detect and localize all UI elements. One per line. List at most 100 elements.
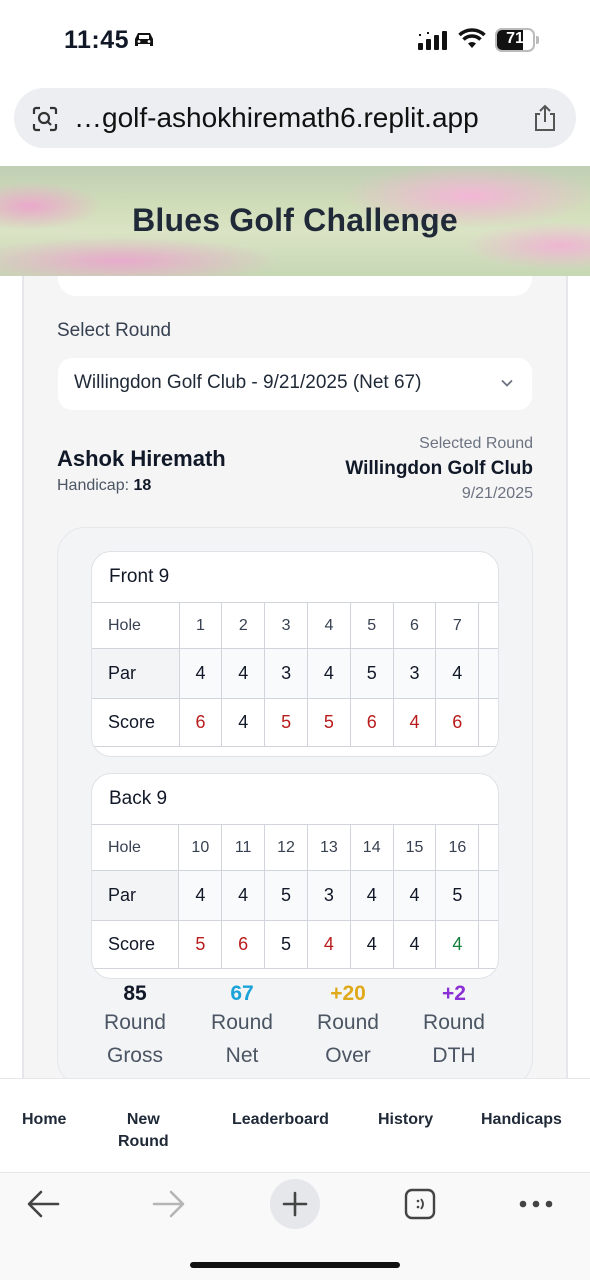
par-cell: 3	[392, 648, 437, 699]
summary-label: Over	[325, 1044, 371, 1067]
hole-number: 16	[435, 824, 480, 871]
hole-number: 14	[349, 824, 394, 871]
front-nine-card: Front 9 Hole 1 2 3 4 5 6 7 Par 4 4 3 4 5…	[91, 551, 499, 757]
table-overflow-cell	[478, 920, 498, 969]
table-overflow-cell	[478, 824, 498, 871]
summary-net: 67 Round Net	[187, 982, 297, 1072]
hole-number: 5	[349, 602, 394, 649]
hole-number: 6	[392, 602, 437, 649]
battery-icon: 71	[495, 28, 539, 52]
table-overflow-cell	[478, 648, 498, 699]
table-overflow-cell	[478, 602, 498, 649]
nav-new-round[interactable]: New Round	[118, 1109, 169, 1153]
player-select-field[interactable]	[58, 276, 532, 296]
selected-round-course: Willingdon Golf Club	[345, 458, 533, 479]
back-nine-table: Hole 10 11 12 13 14 15 16 Par 4 4 5 3 4 …	[92, 824, 498, 969]
summary-value: 85	[123, 982, 147, 1005]
score-cell: 6	[435, 698, 480, 747]
hole-row: Hole 1 2 3 4 5 6 7	[92, 602, 498, 649]
page-lens-icon[interactable]	[32, 106, 58, 132]
score-cell: 4	[435, 920, 480, 969]
summary-label: Net	[225, 1044, 259, 1067]
selected-round-date: 9/21/2025	[461, 485, 533, 502]
summary-label: Round	[423, 1011, 485, 1034]
nav-home[interactable]: Home	[22, 1109, 66, 1131]
hole-number: 1	[178, 602, 223, 649]
back-nine-card: Back 9 Hole 10 11 12 13 14 15 16 Par 4 4…	[91, 773, 499, 979]
par-row-label: Par	[92, 870, 180, 921]
table-overflow-cell	[478, 698, 498, 747]
summary-gross: 85 Round Gross	[80, 982, 190, 1072]
score-row: Score 5 6 5 4 4 4 4	[92, 920, 498, 969]
par-cell: 3	[264, 648, 308, 699]
score-cell: 5	[264, 920, 308, 969]
score-row-label: Score	[92, 920, 180, 969]
score-cell: 6	[349, 698, 394, 747]
select-round-label: Select Round	[57, 320, 172, 341]
forward-arrow-icon[interactable]	[152, 1189, 186, 1219]
score-cell: 4	[306, 920, 351, 969]
share-icon[interactable]	[532, 104, 558, 132]
hole-number: 10	[178, 824, 223, 871]
par-cell: 4	[349, 870, 394, 921]
score-cell: 5	[178, 920, 223, 969]
wifi-icon	[458, 28, 486, 48]
hole-number: 3	[264, 602, 308, 649]
handicap-value: 18	[133, 477, 152, 494]
score-cell: 5	[264, 698, 308, 747]
round-select-dropdown[interactable]: Willingdon Golf Club - 9/21/2025 (Net 67…	[58, 358, 532, 410]
selected-round-label: Selected Round	[419, 435, 533, 452]
nav-new-round-line2: Round	[118, 1133, 169, 1150]
front-nine-table: Hole 1 2 3 4 5 6 7 Par 4 4 3 4 5 3 4 Sco…	[92, 602, 498, 747]
summary-value: +20	[330, 982, 366, 1005]
url-text[interactable]: …golf-ashokhiremath6.replit.app	[74, 102, 479, 134]
header-banner: Blues Golf Challenge	[0, 166, 590, 276]
bottom-nav: Home New Round Leaderboard History Handi…	[0, 1078, 590, 1172]
chevron-down-icon	[501, 379, 513, 387]
status-bar: 11:45 71	[0, 0, 590, 80]
hole-number: 7	[435, 602, 480, 649]
new-tab-button[interactable]	[270, 1179, 320, 1229]
par-cell: 4	[221, 648, 266, 699]
par-cell: 5	[349, 648, 394, 699]
par-cell: 4	[178, 870, 223, 921]
par-cell: 4	[221, 870, 266, 921]
hole-number: 2	[221, 602, 266, 649]
summary-label: Round	[211, 1011, 273, 1034]
par-row-label: Par	[92, 648, 180, 699]
hole-row-label: Hole	[92, 602, 180, 649]
app-title: Blues Golf Challenge	[132, 202, 458, 238]
handicap-label: Handicap:	[57, 477, 130, 494]
summary-label: Gross	[106, 1044, 163, 1067]
player-name: Ashok Hiremath	[57, 446, 226, 471]
summary-dth: +2 Round DTH	[399, 982, 509, 1072]
hole-number: 4	[307, 602, 351, 649]
par-cell: 4	[307, 648, 351, 699]
summary-label: DTH	[432, 1044, 476, 1067]
more-icon[interactable]	[518, 1199, 554, 1209]
hole-row: Hole 10 11 12 13 14 15 16	[92, 824, 498, 871]
nav-new-round-line1: New	[126, 1111, 160, 1128]
nav-handicaps[interactable]: Handicaps	[481, 1109, 562, 1131]
table-overflow-cell	[478, 870, 498, 921]
par-cell: 5	[264, 870, 308, 921]
battery-percent: 71	[506, 30, 524, 47]
score-cell: 6	[221, 920, 266, 969]
signal-icon	[418, 31, 447, 50]
home-indicator	[190, 1262, 400, 1268]
tabs-icon[interactable]	[404, 1188, 436, 1220]
score-cell: 4	[221, 698, 266, 747]
summary-value: 67	[230, 982, 254, 1005]
score-cell: 5	[307, 698, 351, 747]
score-row: Score 6 4 5 5 6 4 6	[92, 698, 498, 747]
summary-label: Round	[317, 1011, 379, 1034]
summary-label: Round	[104, 1011, 166, 1034]
summary-over: +20 Round Over	[293, 982, 403, 1072]
nav-history[interactable]: History	[378, 1109, 433, 1131]
score-row-label: Score	[92, 698, 180, 747]
back-arrow-icon[interactable]	[26, 1189, 60, 1219]
address-bar[interactable]: …golf-ashokhiremath6.replit.app	[14, 88, 576, 148]
hole-number: 12	[264, 824, 308, 871]
nav-leaderboard[interactable]: Leaderboard	[232, 1109, 329, 1131]
par-row: Par 4 4 3 4 5 3 4	[92, 648, 498, 699]
